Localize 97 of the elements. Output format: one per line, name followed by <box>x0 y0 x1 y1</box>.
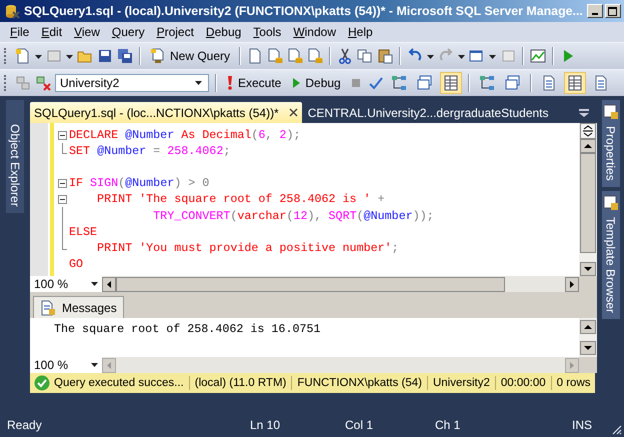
chart-icon[interactable] <box>530 48 546 64</box>
code-line: IF SIGN(@Number) > 0 <box>69 176 210 190</box>
resize-grip-icon[interactable] <box>610 423 622 435</box>
scrollbar-thumb[interactable] <box>116 276 505 292</box>
disconnect-icon[interactable] <box>35 75 51 91</box>
collapse-icon[interactable] <box>58 130 67 140</box>
menu-item[interactable]: Window <box>287 25 342 39</box>
menu-item[interactable]: Project <box>150 25 200 39</box>
scrollbar[interactable] <box>579 123 597 276</box>
panel-icon <box>602 194 618 211</box>
new-query-icon <box>150 48 166 64</box>
new-query-button[interactable]: New Query <box>147 45 234 67</box>
menu-item[interactable]: View <box>68 25 106 39</box>
document-database-icon[interactable] <box>287 48 304 64</box>
document-tab[interactable]: SQLQuery1.sql - (loc...NCTIONX\pkatts (54))* <box>30 102 302 123</box>
menu-item[interactable]: File <box>4 25 36 39</box>
execute-button[interactable]: Execute <box>223 72 284 94</box>
query-status-text: 00:00:00 <box>500 377 546 389</box>
caret-icon <box>91 282 98 286</box>
scroll-up-icon[interactable] <box>580 139 596 153</box>
grid-icon <box>442 75 459 91</box>
zoom-dropdown[interactable]: 100 % <box>30 276 102 292</box>
paste-icon[interactable] <box>377 48 394 64</box>
messages-tab[interactable]: Messages <box>33 296 124 318</box>
scroll-left-icon[interactable] <box>102 276 116 292</box>
debug-button[interactable]: Debug <box>288 72 344 94</box>
status-field: Col 1 <box>345 418 435 432</box>
document-database-icon[interactable] <box>307 48 324 64</box>
menu-item[interactable]: Edit <box>35 25 68 39</box>
scroll-up-icon[interactable] <box>580 320 596 334</box>
document-icon <box>540 75 557 91</box>
menu-item[interactable]: Tools <box>247 25 288 39</box>
window-icon[interactable] <box>469 48 486 64</box>
cut-icon[interactable] <box>337 48 354 64</box>
database-tools-icon <box>4 3 20 19</box>
panel-icon <box>602 104 618 120</box>
grid-icon <box>566 75 583 91</box>
zoom-dropdown[interactable]: 100 % <box>30 357 102 373</box>
query-plan-icon <box>478 75 495 91</box>
document-tab[interactable]: CENTRAL.University2...dergraduateStudents <box>304 102 553 123</box>
minimize-icon <box>592 12 598 14</box>
query-status-text: FUNCTIONX\pkatts (54) <box>297 377 422 389</box>
dock-tab[interactable]: Object Explorer <box>6 100 24 213</box>
code-line: PRINT 'The square root of 258.4062 is ' + <box>96 192 385 206</box>
menu-item[interactable]: Debug <box>200 25 248 39</box>
status-field: Ln 10 <box>250 418 345 432</box>
scrollbar-thumb[interactable] <box>580 153 596 253</box>
copy-icon[interactable] <box>357 48 374 64</box>
scrollbar[interactable] <box>579 318 597 357</box>
message-text: The square root of 258.4062 is 16.0751 <box>54 322 322 336</box>
menu-item[interactable]: Help <box>342 25 379 39</box>
toolbar-toggle-button[interactable] <box>440 72 462 94</box>
maximize-button[interactable] <box>604 4 621 18</box>
play-icon <box>291 75 302 91</box>
menu-item[interactable]: Query <box>106 25 151 39</box>
scroll-down-icon[interactable] <box>580 341 596 355</box>
scroll-right-icon[interactable] <box>565 276 579 292</box>
caret-icon <box>195 81 202 85</box>
window-icon <box>504 75 521 91</box>
query-plan-icon <box>390 75 407 91</box>
collapse-icon[interactable] <box>58 194 67 204</box>
code-line: TRY_CONVERT(varchar(12), SQRT(@Number)); <box>152 208 434 223</box>
status-field: Ch 1 <box>435 418 572 432</box>
code-line: ELSE <box>69 224 98 239</box>
close-icon[interactable] <box>288 108 298 117</box>
query-status-text: (local) (11.0 RTM) <box>194 377 286 389</box>
save-icon[interactable] <box>97 48 113 64</box>
document-database-icon[interactable] <box>267 48 284 64</box>
collapse-icon[interactable] <box>58 178 67 188</box>
exclamation-icon <box>226 75 234 91</box>
code-line: PRINT 'You must provide a positive number'; <box>96 240 399 255</box>
new-project-icon[interactable] <box>15 48 31 64</box>
code-line: GO <box>69 256 84 271</box>
messages-icon <box>40 300 56 316</box>
scrollbar[interactable] <box>102 276 579 292</box>
code-line: DECLARE @Number As Decimal(6, 2); <box>69 128 300 142</box>
status-text: Ready <box>7 418 43 432</box>
dropdown-icon[interactable] <box>579 108 589 116</box>
maximize-icon <box>608 6 618 16</box>
scroll-down-icon[interactable] <box>580 262 596 276</box>
toolbar-toggle-button[interactable] <box>564 72 586 94</box>
query-status-text: University2 <box>432 377 490 389</box>
window-title: SQLQuery1.sql - (local).University2 (FUNCTIONX\pkatts (54))* - Microsoft SQL Server Manage... <box>24 4 583 18</box>
query-status-text: Query executed succes... <box>54 377 184 389</box>
database-dropdown[interactable]: University2 <box>55 74 209 92</box>
caret-icon <box>91 363 98 367</box>
query-status-text: 0 rows <box>556 377 590 389</box>
checkmark-icon[interactable] <box>368 75 384 91</box>
document-icon <box>592 75 609 91</box>
save-all-icon[interactable] <box>117 48 133 64</box>
code-line: SET @Number = 258.4062; <box>69 144 230 158</box>
window-icon <box>416 75 433 91</box>
status-field: INS <box>572 418 602 432</box>
success-check-icon <box>34 375 50 391</box>
split-icon[interactable] <box>580 123 596 139</box>
document-icon[interactable] <box>247 48 264 64</box>
minimize-button[interactable] <box>586 4 603 18</box>
